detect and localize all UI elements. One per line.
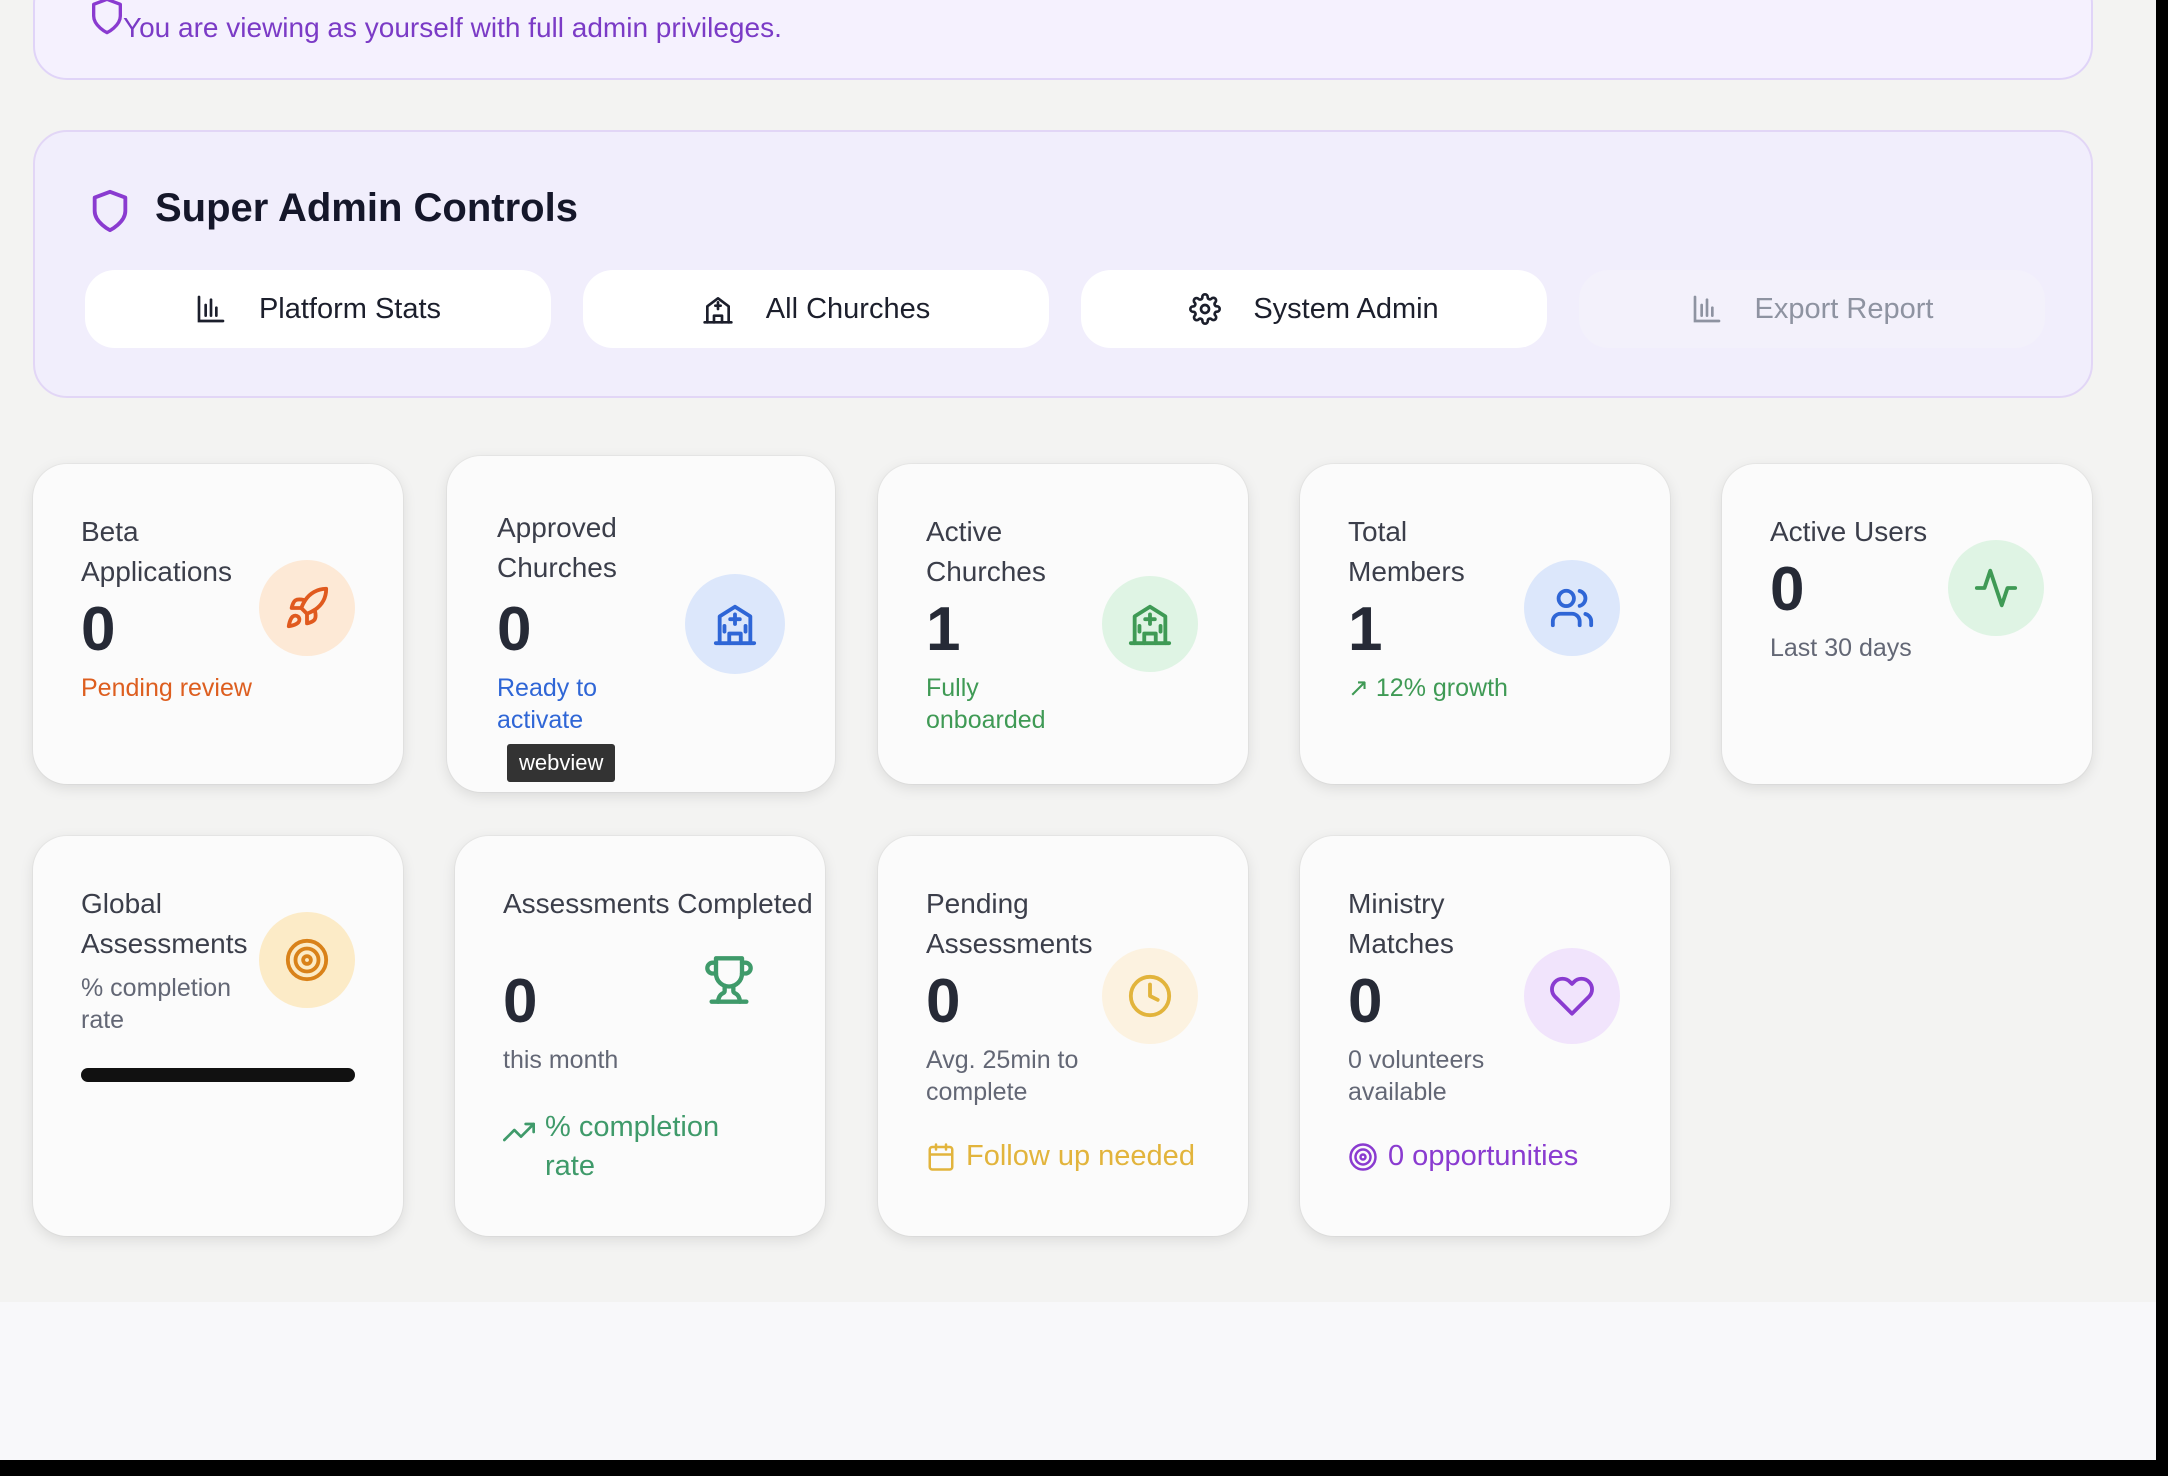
- card-label: Beta Applications: [81, 516, 232, 587]
- card-value: 0: [503, 967, 538, 1036]
- target-icon: [1349, 1142, 1377, 1171]
- card-label: Pending Assessments: [926, 888, 1093, 959]
- card-label: Assessments Completed: [503, 888, 813, 919]
- stat-card-total-members[interactable]: Total Members 1 ↗ 12% growth: [1300, 464, 1670, 784]
- stat-card-pending-assessments[interactable]: Pending Assessments 0 Avg. 25min to comp…: [878, 836, 1248, 1236]
- card-value: 0: [1348, 967, 1383, 1036]
- footer-text: Follow up needed: [966, 1140, 1195, 1172]
- card-subtitle: Pending review: [81, 674, 252, 702]
- card-subtitle: 0 volunteers available: [1348, 1046, 1485, 1106]
- shield-icon: [92, 189, 128, 233]
- stat-card-approved-churches[interactable]: Approved Churches 0 Ready to activate: [447, 456, 835, 792]
- card-label: Active Users: [1770, 516, 1928, 547]
- admin-controls-title: Super Admin Controls: [155, 186, 578, 230]
- admin-dashboard: You are viewing as yourself with full ad…: [0, 0, 2156, 1460]
- stat-card-active-users[interactable]: Active Users 0 Last 30 days: [1722, 464, 2092, 784]
- card-value: 0: [497, 595, 532, 664]
- stat-card-beta-applications[interactable]: Beta Applications 0 Pending review: [33, 464, 403, 784]
- card-subtitle: Last 30 days: [1770, 634, 1912, 662]
- card-subtitle: Avg. 25min to complete: [926, 1046, 1079, 1106]
- card-subtitle: ↗ 12% growth: [1348, 674, 1508, 702]
- church-icon: [703, 297, 733, 324]
- button-label: System Admin: [1253, 292, 1439, 325]
- card-value: 0: [926, 967, 961, 1036]
- admin-view-banner: You are viewing as yourself with full ad…: [33, 0, 2093, 80]
- export-report-button[interactable]: Export Report: [1579, 270, 2045, 348]
- follow-up-footer: Follow up needed: [926, 1140, 1195, 1173]
- stat-card-active-churches[interactable]: Active Churches 1 Fully onboarded: [878, 464, 1248, 784]
- platform-stats-button[interactable]: Platform Stats: [85, 270, 551, 348]
- stat-card-global-assessments[interactable]: Global Assessments % completion rate: [33, 836, 403, 1236]
- hospital-icon: [1102, 576, 1198, 672]
- footer-text: % completion rate: [545, 1111, 720, 1182]
- all-churches-button[interactable]: All Churches: [583, 270, 1049, 348]
- card-subtitle: % completion rate: [81, 974, 232, 1034]
- card-value: 0: [1770, 555, 1805, 624]
- button-label: Platform Stats: [258, 292, 442, 325]
- trophy-icon: [705, 956, 753, 1004]
- footer-text: 0 opportunities: [1388, 1140, 1579, 1172]
- shield-icon: [92, 0, 122, 35]
- completion-progress-bar: [81, 1068, 355, 1082]
- activity-icon: [1948, 540, 2044, 636]
- super-admin-controls: Super Admin Controls Platform Stats All …: [33, 130, 2093, 398]
- trending-up-icon: [503, 1122, 535, 1142]
- card-label: Global Assessments: [81, 888, 248, 959]
- card-label: Total Members: [1348, 516, 1465, 587]
- hospital-icon: [685, 574, 785, 674]
- rocket-icon: [259, 560, 355, 656]
- card-label: Ministry Matches: [1348, 888, 1454, 959]
- completion-rate-footer: % completion rate: [503, 1108, 745, 1186]
- gear-icon: [1189, 293, 1222, 325]
- target-icon: [259, 912, 355, 1008]
- button-label: All Churches: [765, 292, 931, 325]
- card-value: 1: [1348, 595, 1383, 664]
- page-footer-area: [0, 1302, 2156, 1460]
- card-subtitle: Fully onboarded: [926, 674, 1046, 734]
- banner-text: You are viewing as yourself with full ad…: [123, 12, 782, 43]
- heart-icon: [1524, 948, 1620, 1044]
- card-subtitle: this month: [503, 1046, 619, 1074]
- clock-icon: [1102, 948, 1198, 1044]
- bar-chart-icon: [197, 295, 225, 323]
- card-value: 1: [926, 595, 961, 664]
- stat-card-assessments-completed[interactable]: Assessments Completed 0 this month % com…: [455, 836, 825, 1236]
- card-label: Approved Churches: [497, 512, 617, 583]
- users-icon: [1524, 560, 1620, 656]
- opportunities-footer: 0 opportunities: [1348, 1140, 1578, 1173]
- system-admin-button[interactable]: System Admin: [1081, 270, 1547, 348]
- button-label: Export Report: [1754, 292, 1934, 325]
- calendar-icon: [928, 1142, 954, 1171]
- webview-tooltip: webview: [507, 744, 616, 782]
- card-label: Active Churches: [926, 516, 1046, 587]
- card-value: 0: [81, 595, 116, 664]
- stat-card-ministry-matches[interactable]: Ministry Matches 0 0 volunteers availabl…: [1300, 836, 1670, 1236]
- bar-chart-icon: [1693, 295, 1720, 323]
- card-subtitle: Ready to activate: [497, 674, 598, 734]
